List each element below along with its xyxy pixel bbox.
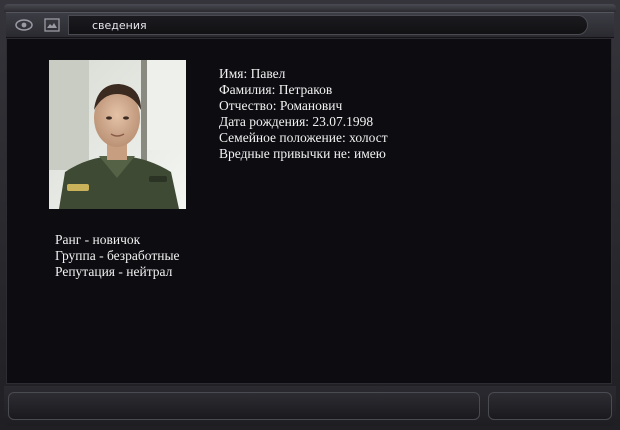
birthdate-line: Дата рождения: 23.07.1998: [219, 114, 374, 129]
reputation-line: Репутация - нейтрал: [55, 264, 173, 279]
marital-status-line: Семейное положение: холост: [219, 130, 388, 145]
patronymic-line: Отчество: Романович: [219, 98, 343, 113]
status-info: Ранг - новичок Группа - безработные Репу…: [55, 232, 180, 280]
bottom-bar-left: [8, 392, 480, 420]
bad-habits-line: Вредные привычки не: имею: [219, 146, 386, 161]
profile-window: сведения Имя: Павел Фамилия: Петраков От…: [0, 0, 620, 430]
profile-photo: [49, 60, 186, 209]
window-title: сведения: [92, 19, 147, 32]
rank-line: Ранг - новичок: [55, 232, 141, 247]
eye-icon[interactable]: [14, 17, 34, 33]
group-line: Группа - безработные: [55, 248, 180, 263]
surname-line: Фамилия: Петраков: [219, 82, 333, 97]
title-bar: сведения: [6, 12, 614, 38]
bottom-bar-right: [488, 392, 612, 420]
window-top-frame: [4, 4, 616, 12]
content-panel: Имя: Павел Фамилия: Петраков Отчество: Р…: [6, 38, 612, 384]
personal-info: Имя: Павел Фамилия: Петраков Отчество: Р…: [219, 66, 388, 162]
screenshot-icon[interactable]: [42, 17, 62, 33]
name-line: Имя: Павел: [219, 66, 286, 81]
